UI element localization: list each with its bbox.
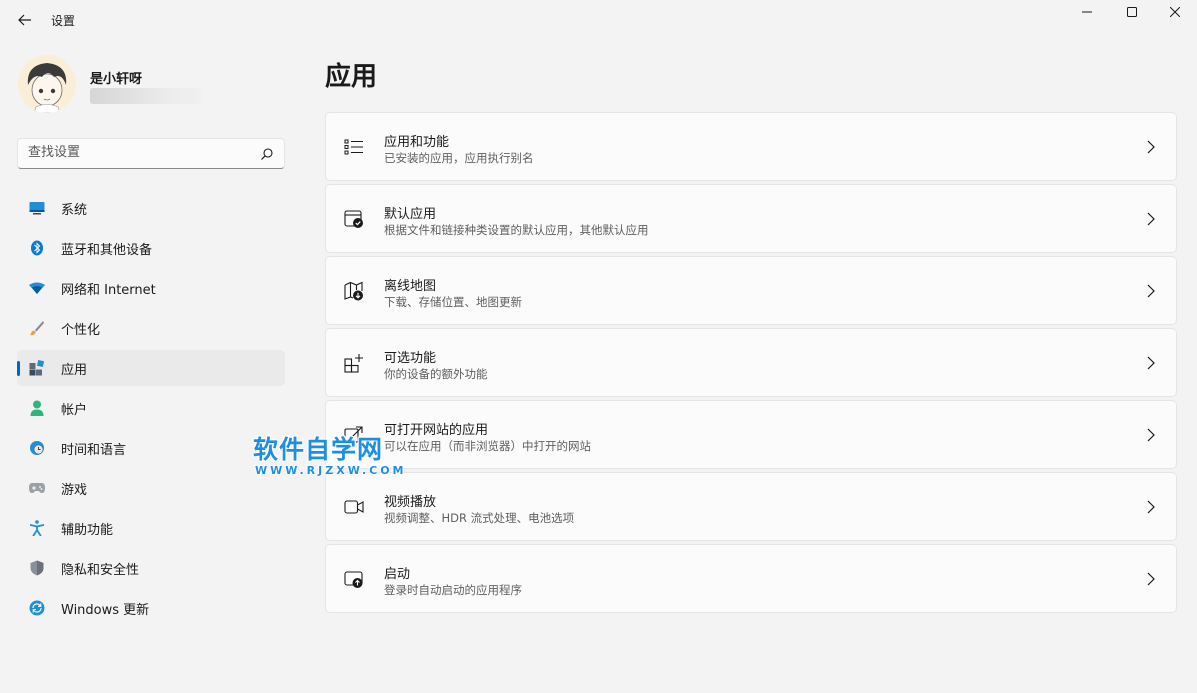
card-subtitle: 登录时自动启动的应用程序 [384, 583, 522, 597]
sidebar-item-privacy[interactable]: 隐私和安全性 [17, 550, 285, 586]
card-subtitle: 根据文件和链接种类设置的默认应用，其他默认应用 [384, 223, 649, 237]
close-icon [1170, 7, 1180, 17]
sidebar-item-label: 时间和语言 [61, 442, 127, 458]
card-startup[interactable]: 启动 登录时自动启动的应用程序 [325, 544, 1177, 613]
watermark-text: 软件自学网 [253, 435, 384, 464]
user-name: 是小轩呀 [90, 72, 143, 87]
map-download-icon [344, 281, 363, 301]
close-button[interactable] [1152, 0, 1197, 24]
card-subtitle: 可以在应用（而非浏览器）中打开的网站 [384, 439, 591, 453]
card-title: 视频播放 [384, 495, 437, 510]
settings-card-list: 应用和功能 已安装的应用，应用执行别名 默认应用 根据文件和链接种类设置的默认应… [325, 112, 1177, 616]
card-default-apps[interactable]: 默认应用 根据文件和链接种类设置的默认应用，其他默认应用 [325, 184, 1177, 253]
page-title: 应用 [325, 62, 378, 92]
minimize-icon [1082, 11, 1092, 13]
back-arrow-icon [18, 14, 31, 26]
sidebar-item-label: 个性化 [61, 322, 101, 338]
list-icon [344, 139, 363, 155]
sidebar-item-gaming[interactable]: 游戏 [17, 470, 285, 506]
minimize-button[interactable] [1064, 0, 1110, 24]
chevron-right-icon [1147, 356, 1155, 370]
maximize-icon [1127, 7, 1137, 17]
card-title: 应用和功能 [384, 135, 450, 150]
watermark-url: WWW.RJZXW.COM [255, 464, 407, 477]
sidebar-item-apps[interactable]: 应用 [17, 350, 285, 386]
startup-icon [344, 571, 363, 588]
card-subtitle: 你的设备的额外功能 [384, 367, 488, 381]
search-box[interactable] [17, 138, 285, 169]
sidebar-item-bluetooth[interactable]: 蓝牙和其他设备 [17, 230, 285, 266]
avatar-image [18, 55, 76, 113]
watermark: 软件自学网 WWW.RJZXW.COM [253, 435, 407, 478]
apps-icon [29, 360, 45, 376]
gamepad-icon [29, 480, 45, 496]
account-icon [29, 400, 45, 416]
sidebar-item-personalization[interactable]: 个性化 [17, 310, 285, 346]
card-title: 离线地图 [384, 279, 437, 294]
chevron-right-icon [1147, 140, 1155, 154]
sidebar-nav: 系统 蓝牙和其他设备 网络和 Internet 个性化 应用 帐户 时间和语言 … [17, 190, 285, 630]
maximize-button[interactable] [1109, 0, 1155, 24]
card-subtitle: 已安装的应用，应用执行别名 [384, 151, 534, 165]
sidebar-item-time-language[interactable]: 时间和语言 [17, 430, 285, 466]
sidebar-item-accounts[interactable]: 帐户 [17, 390, 285, 426]
brush-icon [29, 320, 45, 336]
card-subtitle: 下载、存储位置、地图更新 [384, 295, 522, 309]
user-email-redacted [90, 88, 202, 104]
chevron-right-icon [1147, 572, 1155, 586]
card-apps-features[interactable]: 应用和功能 已安装的应用，应用执行别名 [325, 112, 1177, 181]
avatar[interactable] [18, 55, 76, 113]
search-input[interactable] [28, 145, 248, 160]
card-optional-features[interactable]: 可选功能 你的设备的额外功能 [325, 328, 1177, 397]
search-icon[interactable] [260, 147, 274, 161]
app-title: 设置 [51, 14, 76, 28]
sidebar-item-label: 系统 [61, 202, 88, 218]
card-offline-maps[interactable]: 离线地图 下载、存储位置、地图更新 [325, 256, 1177, 325]
system-display-icon [29, 200, 45, 216]
accessibility-icon [29, 520, 45, 536]
wifi-icon [29, 280, 45, 296]
sidebar-item-label: 游戏 [61, 482, 88, 498]
sidebar-item-label: 隐私和安全性 [61, 562, 140, 578]
sidebar-item-network[interactable]: 网络和 Internet [17, 270, 285, 306]
card-subtitle: 视频调整、HDR 流式处理、电池选项 [384, 511, 575, 525]
sidebar-item-label: 辅助功能 [61, 522, 114, 538]
default-app-icon [344, 210, 363, 228]
add-feature-icon [344, 354, 363, 373]
card-video-playback[interactable]: 视频播放 视频调整、HDR 流式处理、电池选项 [325, 472, 1177, 541]
video-icon [344, 500, 364, 514]
card-apps-for-websites[interactable]: 可打开网站的应用 可以在应用（而非浏览器）中打开的网站 [325, 400, 1177, 469]
chevron-right-icon [1147, 428, 1155, 442]
card-title: 启动 [384, 567, 411, 582]
chevron-right-icon [1147, 500, 1155, 514]
bluetooth-icon [29, 240, 45, 256]
update-icon [29, 600, 45, 616]
chevron-right-icon [1147, 284, 1155, 298]
card-title: 默认应用 [384, 207, 437, 222]
back-button[interactable] [12, 8, 38, 32]
sidebar-item-system[interactable]: 系统 [17, 190, 285, 226]
sidebar-item-label: 蓝牙和其他设备 [61, 242, 153, 258]
shield-icon [29, 560, 45, 576]
title-bar: 设置 [0, 0, 1197, 40]
sidebar-item-windows-update[interactable]: Windows 更新 [17, 590, 285, 626]
sidebar-item-label: Windows 更新 [61, 602, 150, 618]
chevron-right-icon [1147, 212, 1155, 226]
sidebar-item-accessibility[interactable]: 辅助功能 [17, 510, 285, 546]
sidebar-item-label: 网络和 Internet [61, 282, 156, 298]
card-title: 可选功能 [384, 351, 437, 366]
globe-clock-icon [29, 440, 45, 456]
sidebar-item-label: 应用 [61, 362, 88, 378]
sidebar-item-label: 帐户 [61, 402, 88, 418]
